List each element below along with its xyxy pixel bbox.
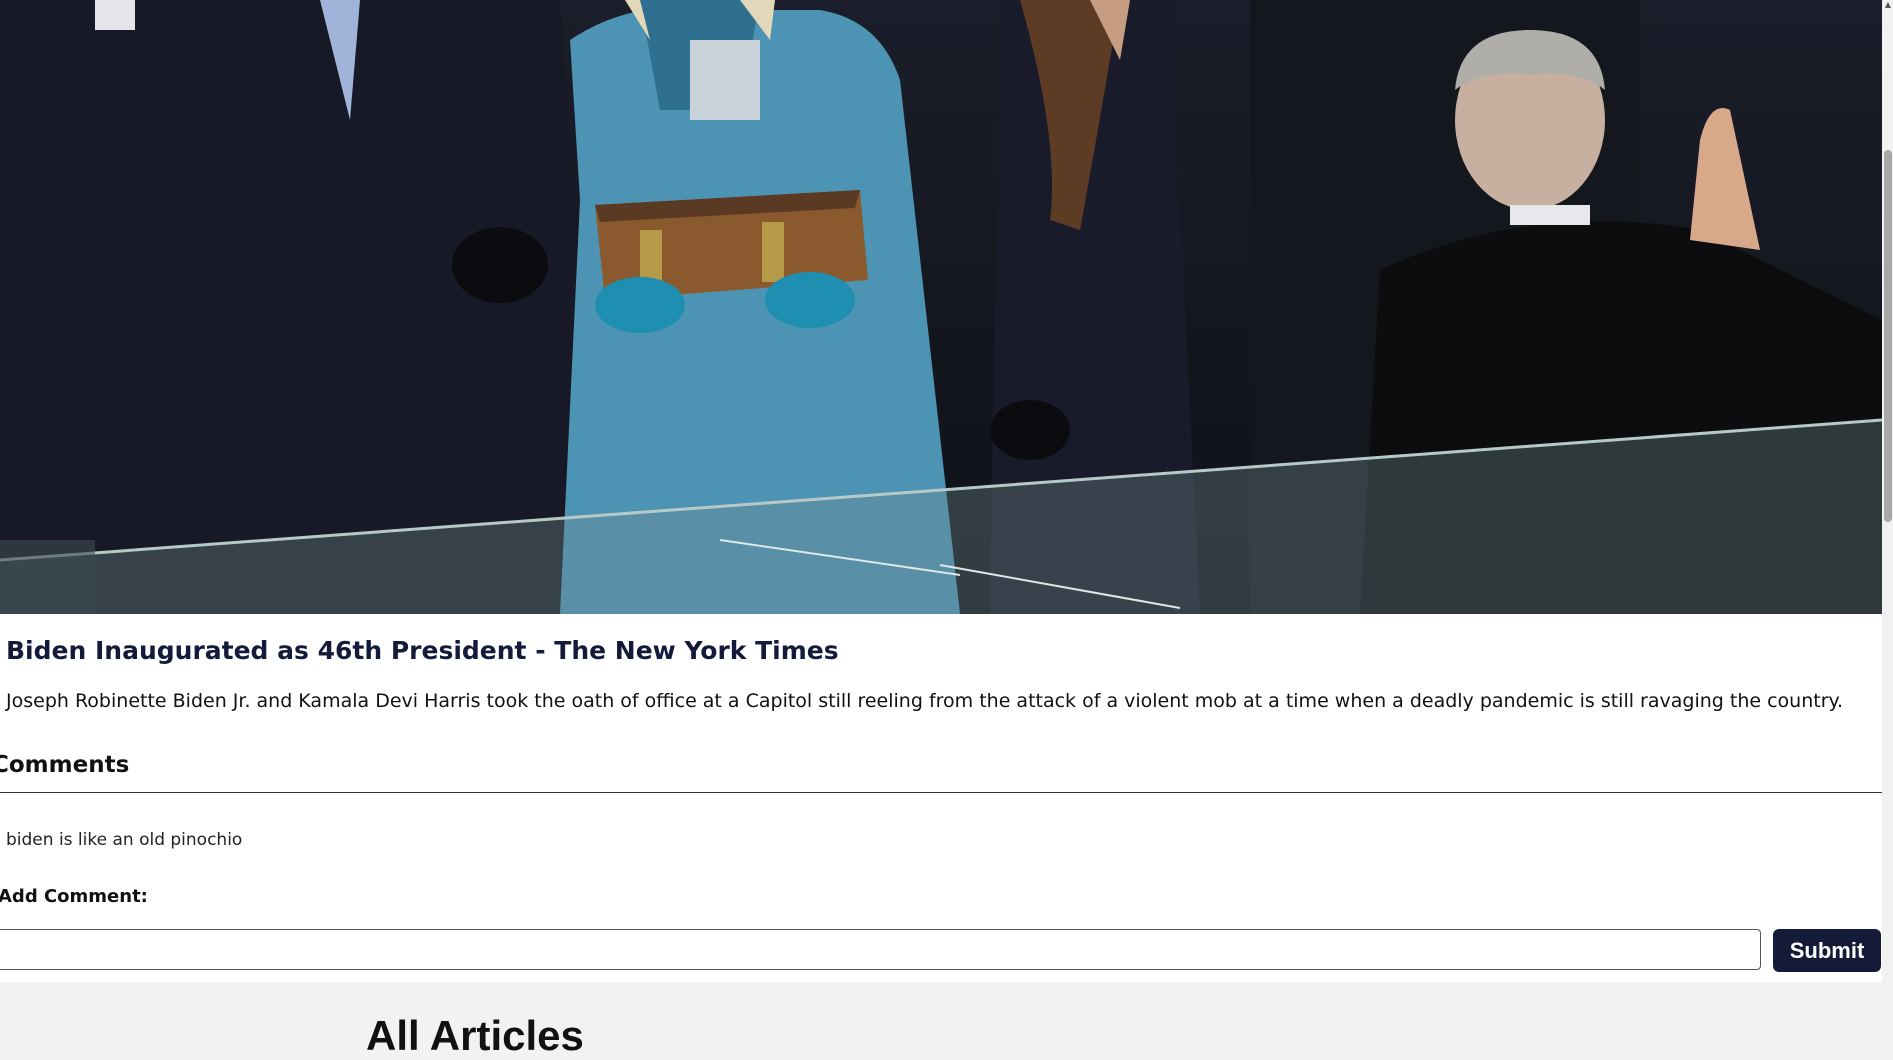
scrollbar-thumb[interactable] — [1884, 150, 1892, 522]
comments-divider — [0, 792, 1882, 793]
article-description: Joseph Robinette Biden Jr. and Kamala De… — [6, 690, 1844, 712]
comment-item: biden is like an old pinochio — [6, 830, 243, 850]
article-title: Biden Inaugurated as 46th President - Th… — [6, 636, 839, 665]
submit-button[interactable]: Submit — [1773, 929, 1881, 972]
scroll-up-arrow-icon[interactable]: ▲ — [1883, 0, 1893, 10]
article-image — [0, 0, 1882, 614]
add-comment-label: Add Comment: — [0, 886, 148, 907]
comments-heading: Comments — [0, 752, 130, 778]
all-articles-heading: All Articles — [366, 1012, 584, 1059]
comment-input[interactable] — [0, 929, 1761, 970]
article-card: Biden Inaugurated as 46th President - Th… — [0, 0, 1882, 982]
page: Biden Inaugurated as 46th President - Th… — [0, 0, 1893, 1059]
